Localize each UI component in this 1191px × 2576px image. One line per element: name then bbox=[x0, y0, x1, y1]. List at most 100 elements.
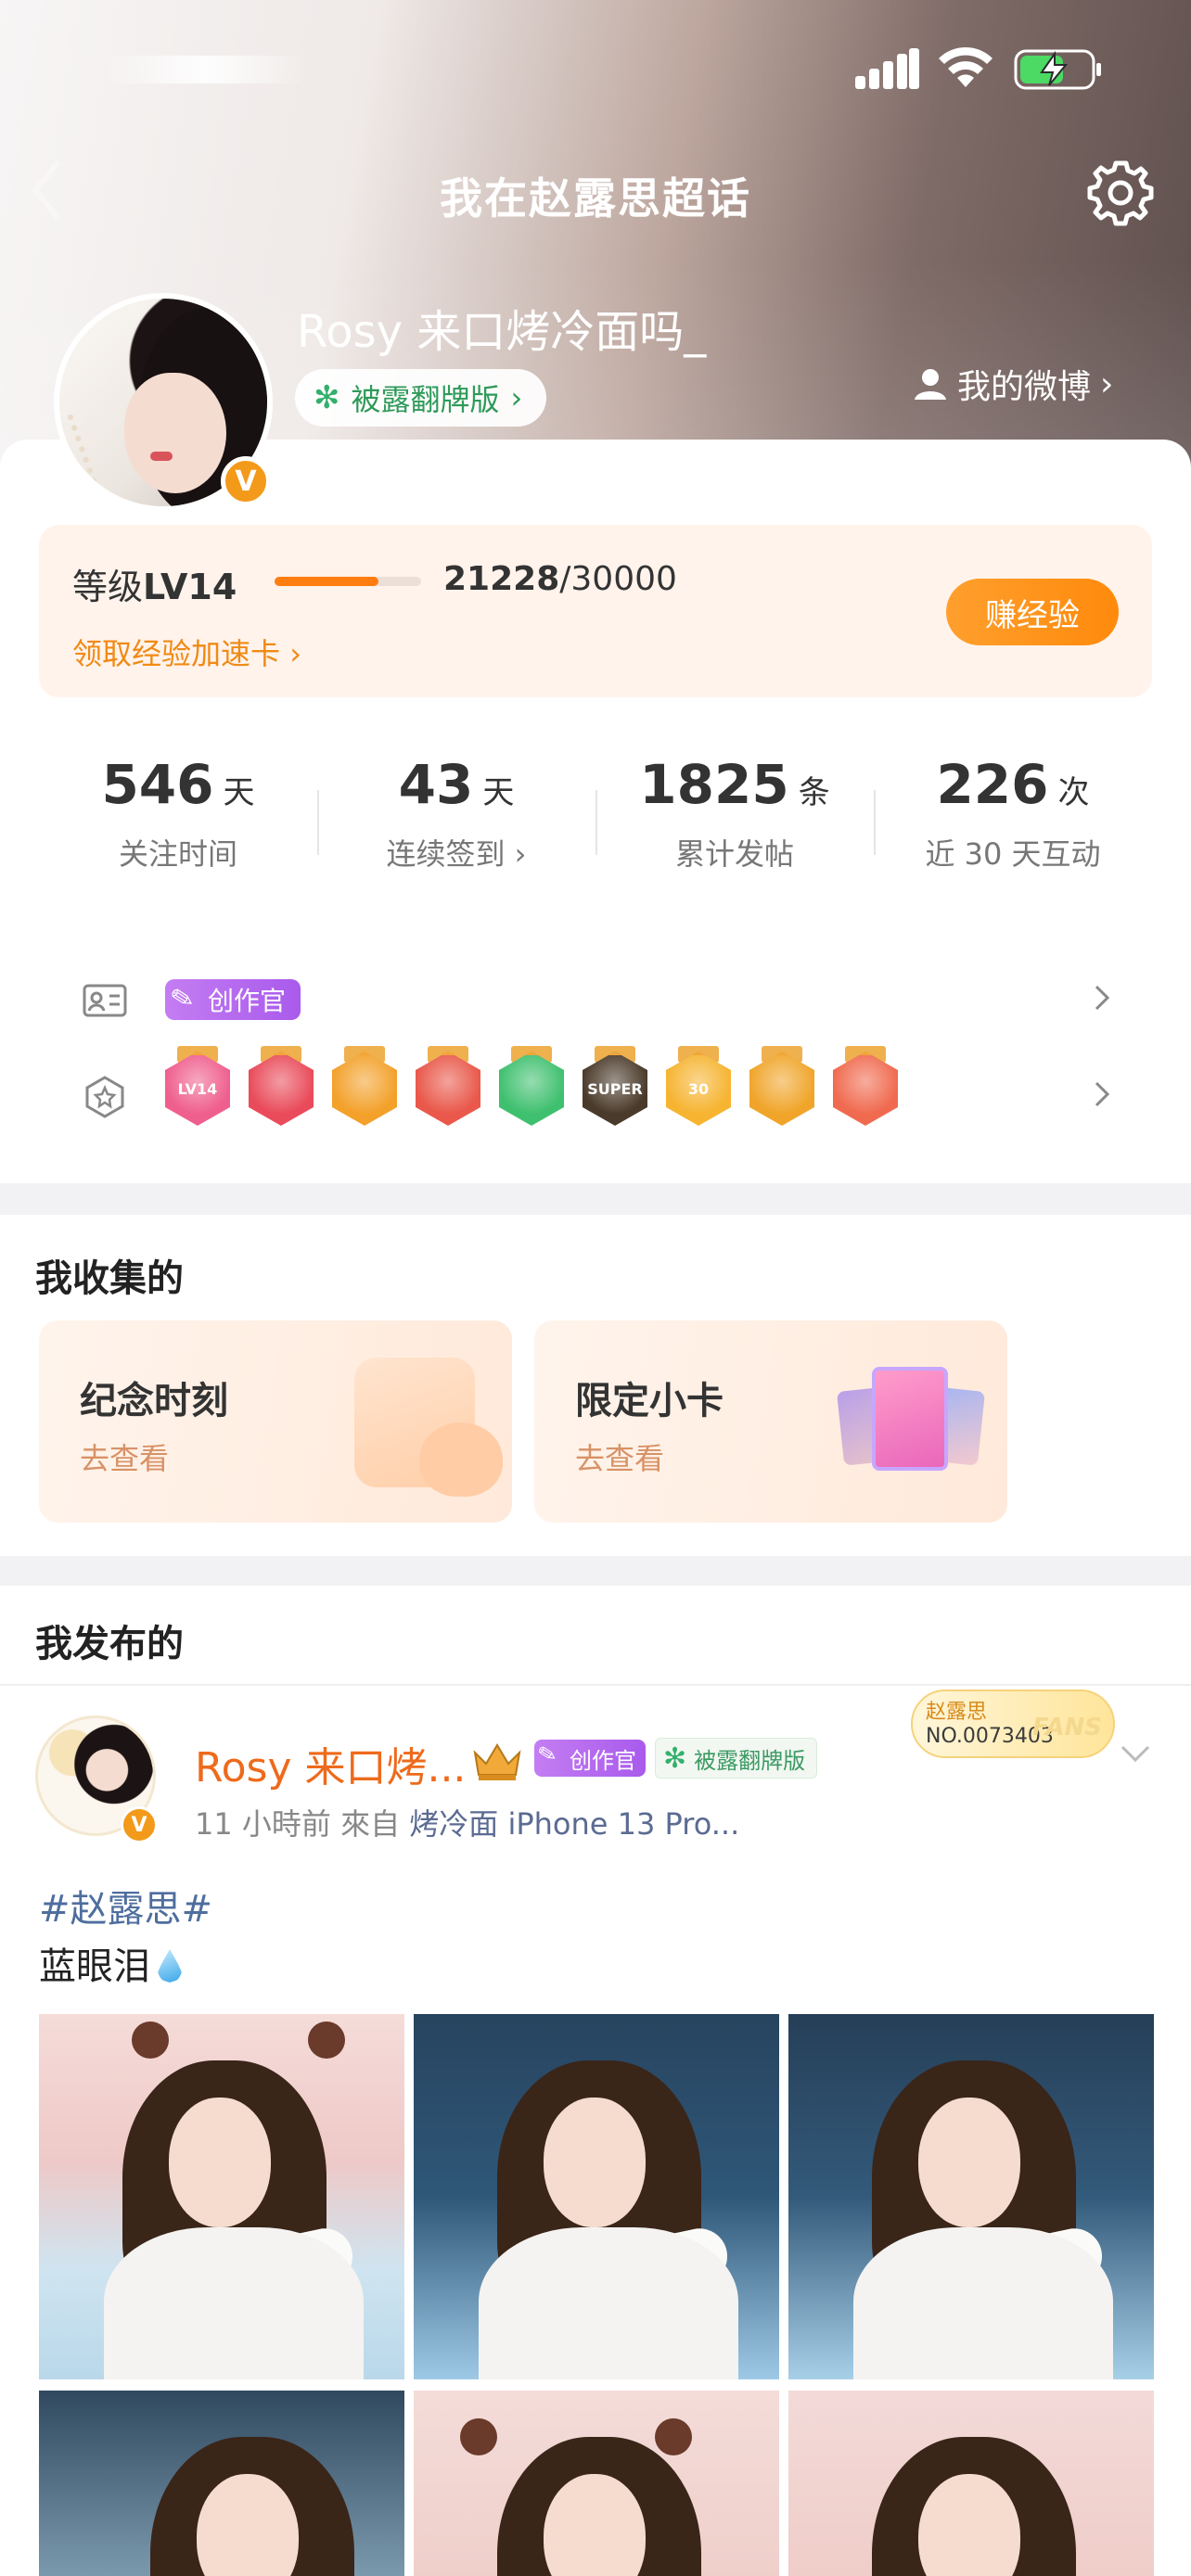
badges-panel: ✎ 创作官 LV14 SUPER 30 bbox=[39, 927, 1152, 1165]
post-from-label: 來自 bbox=[340, 1806, 401, 1842]
earn-exp-button[interactable]: 赚经验 bbox=[946, 579, 1119, 645]
stat-label: 近 30 天互动 bbox=[925, 836, 1101, 872]
chevron-right-icon[interactable] bbox=[1091, 1078, 1113, 1111]
avatar-lips bbox=[150, 452, 173, 461]
post-photo[interactable] bbox=[39, 2014, 404, 2379]
chevron-right-icon: › bbox=[289, 636, 301, 671]
crown-icon bbox=[473, 1743, 521, 1780]
medal-icon bbox=[85, 1076, 124, 1118]
fan-tag[interactable]: ✻ 被露翻牌版 › bbox=[295, 369, 547, 427]
chevron-down-icon[interactable] bbox=[1117, 1740, 1154, 1767]
status-time bbox=[102, 56, 306, 83]
collected-title: 我收集的 bbox=[35, 1257, 184, 1300]
my-weibo-link[interactable]: 我的微博 › bbox=[913, 360, 1113, 408]
post-photo[interactable] bbox=[788, 2391, 1154, 2576]
divider bbox=[0, 1684, 1191, 1686]
limited-cards-title: 限定小卡 bbox=[575, 1380, 724, 1422]
30-days-badge[interactable]: 30 bbox=[666, 1052, 731, 1126]
creator-tag-label: 创作官 bbox=[208, 986, 287, 1016]
level-panel: 等级LV14 21228/30000 领取经验加速卡 › 赚经验 bbox=[39, 525, 1152, 697]
post-photo[interactable] bbox=[39, 2391, 404, 2576]
stat-unit: 天 bbox=[482, 774, 515, 811]
exp-card-link-label: 领取经验加速卡 bbox=[72, 636, 281, 671]
laugh-badge[interactable] bbox=[749, 1052, 814, 1126]
limited-cards-card[interactable]: 限定小卡 去查看 bbox=[534, 1320, 1007, 1523]
lv14-badge[interactable]: LV14 bbox=[165, 1052, 230, 1126]
creator-logo-icon: ✎ bbox=[167, 980, 198, 1018]
crown-badge[interactable] bbox=[332, 1052, 397, 1126]
rock-hand-badge[interactable] bbox=[833, 1052, 898, 1126]
creator-tag[interactable]: ✎ 创作官 bbox=[534, 1740, 646, 1777]
wifi-icon bbox=[939, 46, 992, 87]
level-progress-bar bbox=[275, 577, 421, 586]
fan-tag[interactable]: ✻ 被露翻牌版 bbox=[655, 1738, 818, 1779]
moments-card[interactable]: 纪念时刻 去查看 bbox=[39, 1320, 512, 1523]
post-source[interactable]: 烤冷面 iPhone 13 Pro... bbox=[409, 1806, 739, 1842]
post-photo[interactable] bbox=[414, 2391, 779, 2576]
published-title: 我发布的 bbox=[35, 1623, 184, 1665]
stats-panel: 546 天 关注时间 43 天 连续签到 › 1825 条 累计发帖 226 次 近 3… bbox=[39, 716, 1152, 911]
fans-name: 赵露思 bbox=[926, 1701, 988, 1724]
stat-value: 43 bbox=[398, 753, 474, 816]
fans-watermark: FANS bbox=[1031, 1714, 1102, 1741]
stat-unit: 天 bbox=[223, 774, 255, 811]
post-time: 11 小時前 bbox=[195, 1806, 331, 1842]
stat-value: 546 bbox=[101, 753, 214, 816]
username: Rosy 来口烤冷面吗_ bbox=[297, 306, 707, 358]
level-value: LV14 bbox=[143, 567, 237, 607]
moments-card-title: 纪念时刻 bbox=[80, 1380, 228, 1422]
avatar-face bbox=[124, 373, 226, 493]
exp-card-link[interactable]: 领取经验加速卡 › bbox=[72, 631, 301, 673]
stat-unit: 次 bbox=[1057, 774, 1090, 811]
stat-unit: 条 bbox=[798, 774, 830, 811]
chevron-right-icon[interactable] bbox=[1091, 981, 1113, 1014]
post-author-name[interactable]: Rosy 来口烤... bbox=[195, 1734, 466, 1793]
status-bar bbox=[0, 0, 1191, 139]
gear-icon[interactable] bbox=[1085, 158, 1156, 228]
post-text-content: 蓝眼泪 bbox=[39, 1945, 150, 1988]
level-progress-text: 21228/30000 bbox=[443, 560, 677, 598]
moments-card-sub: 去查看 bbox=[80, 1441, 170, 1476]
fan-tag-label: 被露翻牌版 bbox=[694, 1747, 806, 1774]
snowflake-icon: ✻ bbox=[314, 379, 340, 416]
collected-section: 我收集的 纪念时刻 去查看 限定小卡 去查看 bbox=[0, 1215, 1191, 1556]
person-icon bbox=[915, 369, 946, 400]
battery-icon bbox=[1014, 49, 1101, 90]
mascot-badge[interactable] bbox=[416, 1052, 480, 1126]
stat-value: 1825 bbox=[639, 753, 789, 816]
creator-logo-icon: ✎ bbox=[535, 1740, 559, 1769]
post-hashtag[interactable]: #赵露思# bbox=[39, 1879, 212, 1932]
stat-total-posts: 1825 条 累计发帖 bbox=[596, 753, 874, 874]
chevron-right-icon: › bbox=[510, 380, 523, 415]
post-photo[interactable] bbox=[414, 2014, 779, 2379]
stat-label: 关注时间 bbox=[118, 836, 237, 872]
limited-cards-sub: 去查看 bbox=[575, 1441, 665, 1476]
verified-badge: V bbox=[121, 1806, 158, 1843]
stat-label: 连续签到 › bbox=[386, 836, 527, 872]
signal-icon bbox=[855, 48, 919, 89]
stat-interactions: 226 次 近 30 天互动 bbox=[874, 753, 1152, 874]
level-prefix: 等级 bbox=[72, 567, 144, 607]
chevron-right-icon: › bbox=[1100, 364, 1114, 403]
level-current: 21228 bbox=[443, 560, 560, 598]
post-photo[interactable] bbox=[788, 2014, 1154, 2379]
fan-tag-label: 被露翻牌版 bbox=[351, 382, 500, 417]
creator-tag[interactable]: ✎ 创作官 bbox=[165, 979, 301, 1020]
stat-follow-days: 546 天 关注时间 bbox=[39, 753, 317, 874]
level-progress-fill bbox=[275, 577, 378, 586]
stat-label: 累计发帖 bbox=[674, 836, 794, 872]
trophy-badge[interactable] bbox=[249, 1052, 314, 1126]
verified-badge: V bbox=[221, 456, 271, 506]
hand-badge[interactable] bbox=[499, 1052, 564, 1126]
photo-cards-icon bbox=[836, 1367, 986, 1478]
my-weibo-label: 我的微博 bbox=[957, 368, 1092, 406]
creator-tag-label: 创作官 bbox=[570, 1747, 636, 1774]
stat-checkin-days[interactable]: 43 天 连续签到 › bbox=[317, 753, 596, 874]
water-drop-icon bbox=[158, 1949, 182, 1983]
id-card-icon bbox=[83, 984, 127, 1017]
stat-value: 226 bbox=[936, 753, 1049, 816]
snowflake-icon: ✻ bbox=[663, 1741, 687, 1775]
calendar-heart-icon bbox=[354, 1358, 503, 1497]
level-label: 等级LV14 bbox=[72, 558, 237, 609]
super-badge[interactable]: SUPER bbox=[583, 1052, 647, 1126]
